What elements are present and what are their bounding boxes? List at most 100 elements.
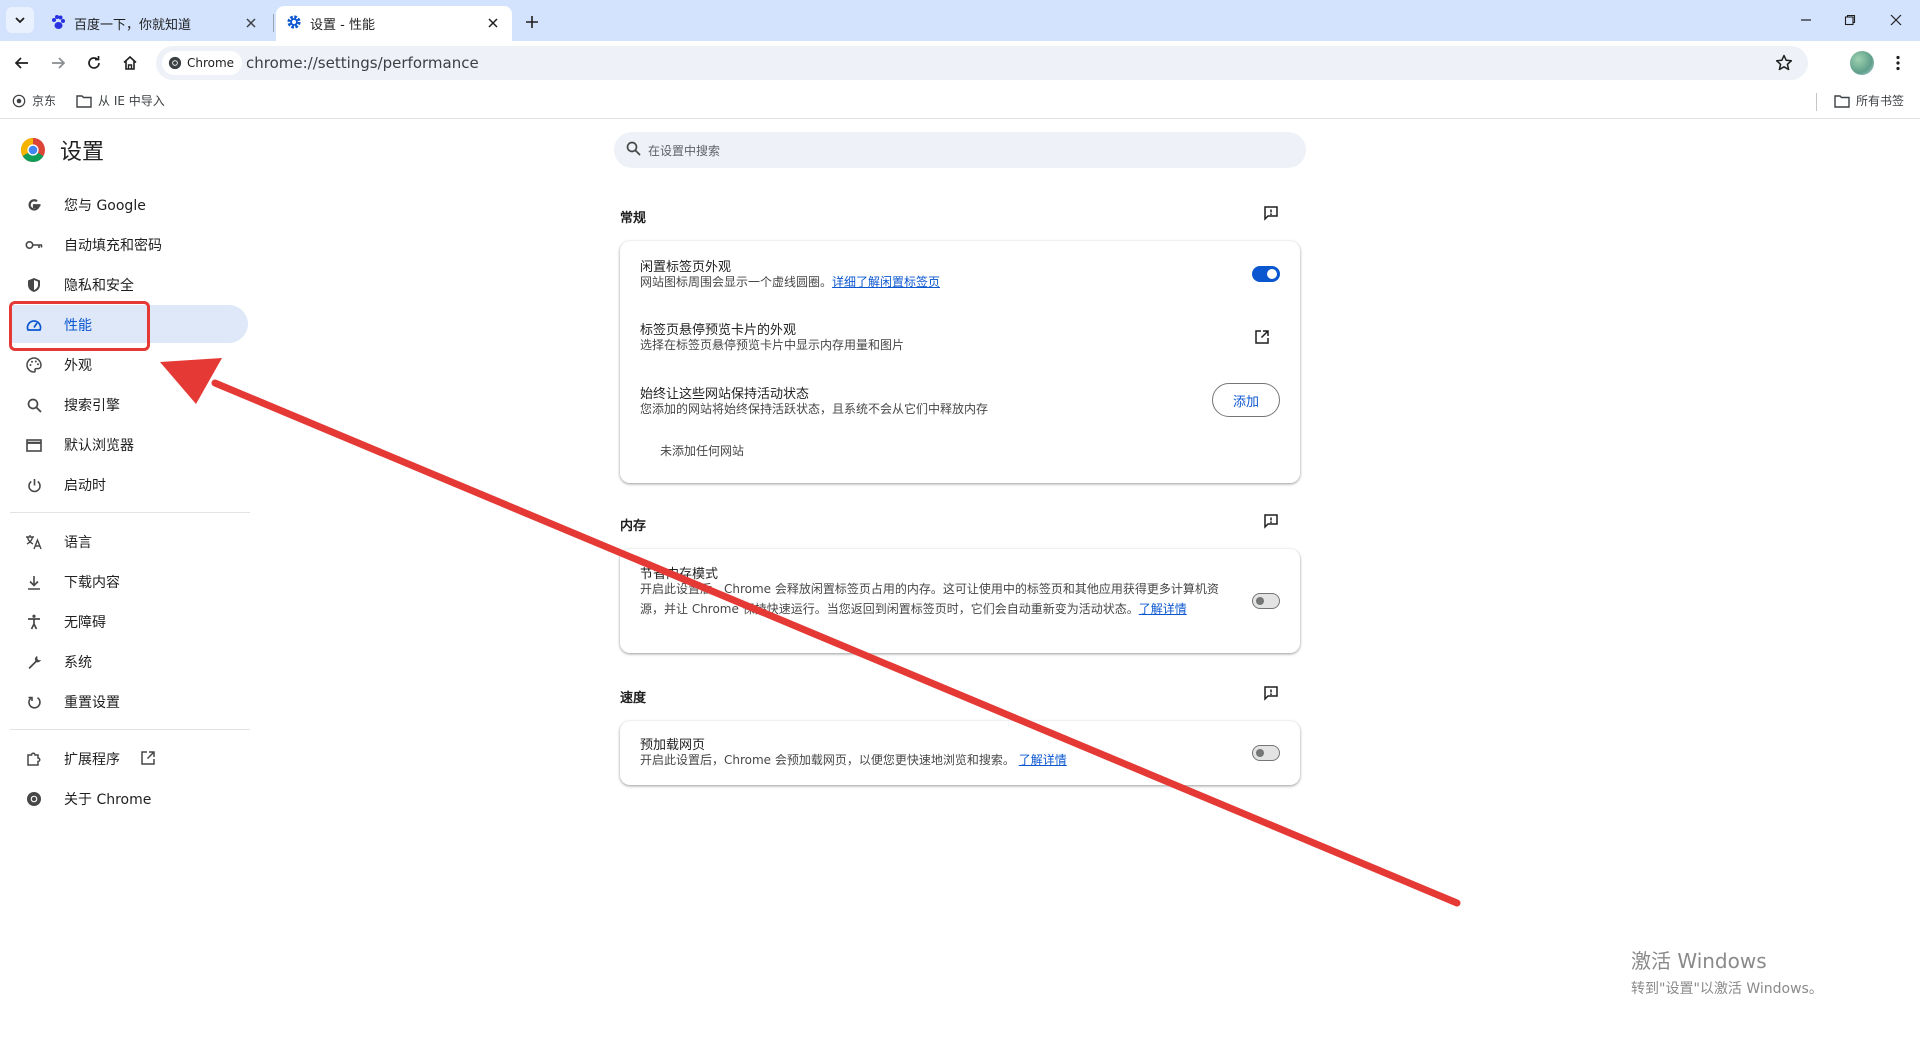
sidebar-item-label: 重置设置 — [64, 695, 120, 711]
gear-icon — [286, 14, 302, 30]
add-site-button[interactable]: 添加 — [1212, 383, 1280, 417]
memory-card: 节省内存模式 开启此设置后，Chrome 会释放闲置标签页占用的内存。这可让使用… — [620, 549, 1300, 653]
address-bar[interactable]: Chrome chrome://settings/performance — [156, 46, 1808, 80]
sidebar-item-privacy[interactable]: 隐私和安全 — [10, 265, 248, 303]
memory-saver-toggle[interactable] — [1252, 593, 1280, 609]
key-icon — [24, 235, 44, 255]
close-icon[interactable] — [484, 14, 502, 32]
folder-icon — [76, 94, 92, 108]
sidebar-item-label: 语言 — [64, 535, 92, 551]
minimize-button[interactable] — [1792, 8, 1820, 32]
site-info-chip[interactable]: Chrome — [162, 51, 243, 75]
sidebar-item-default-browser[interactable]: 默认浏览器 — [10, 425, 248, 463]
reload-button[interactable] — [82, 51, 106, 75]
chevron-down-icon — [15, 17, 25, 24]
memory-saver-description: 开启此设置后，Chrome 会释放闲置标签页占用的内存。这可让使用中的标签页和其… — [640, 582, 1219, 616]
settings-page: 设置 您与 Google 自动填充和密码 隐私和安全 性能 外观 搜索引擎 默认… — [0, 120, 1920, 1040]
bookmark-jd[interactable]: 京东 — [12, 92, 56, 109]
learn-more-link[interactable]: 了解详情 — [1139, 602, 1187, 616]
sidebar-item-label: 系统 — [64, 655, 92, 671]
search-placeholder: 在设置中搜索 — [648, 144, 721, 158]
settings-search-input[interactable]: 在设置中搜索 — [614, 132, 1306, 168]
sidebar-item-label: 默认浏览器 — [64, 438, 134, 454]
feedback-button[interactable] — [1260, 202, 1282, 224]
minimize-icon — [1801, 19, 1811, 21]
sidebar-item-downloads[interactable]: 下载内容 — [10, 562, 248, 600]
profile-avatar[interactable] — [1850, 51, 1874, 75]
windows-activation-watermark: 激活 Windows 转到"设置"以激活 Windows。 — [1631, 945, 1823, 998]
sidebar-item-about-chrome[interactable]: 关于 Chrome — [10, 779, 248, 817]
tab-title: 设置 - 性能 — [310, 18, 375, 33]
bookmark-label: 京东 — [32, 94, 57, 108]
hover-card-description: 选择在标签页悬停预览卡片中显示内存用量和图片 — [640, 338, 905, 352]
reload-icon — [88, 56, 100, 69]
tab-strip: 百度一下，你就知道 设置 - 性能 — [0, 0, 1920, 41]
learn-more-link[interactable]: 了解详情 — [1019, 753, 1067, 767]
chip-label: Chrome — [187, 56, 235, 70]
close-icon[interactable] — [242, 14, 260, 32]
reset-icon — [24, 692, 44, 712]
section-title-speed: 速度 — [620, 691, 647, 706]
forward-button[interactable] — [46, 51, 70, 75]
open-in-new-icon[interactable] — [1254, 329, 1270, 345]
bookmark-folder-ie-import[interactable]: 从 IE 中导入 — [76, 92, 165, 109]
feedback-icon — [1264, 206, 1278, 221]
back-button[interactable] — [10, 51, 34, 75]
speed-card: 预加载网页 开启此设置后，Chrome 会预加载网页，以便您更快速地浏览和搜索。… — [620, 721, 1300, 785]
sidebar-item-label: 您与 Google — [64, 198, 146, 214]
sidebar-item-on-startup[interactable]: 启动时 — [10, 465, 248, 503]
home-button[interactable] — [118, 51, 142, 75]
sidebar-item-autofill[interactable]: 自动填充和密码 — [10, 225, 248, 263]
sidebar-item-label: 启动时 — [64, 478, 106, 494]
tab-search-button[interactable] — [6, 7, 34, 33]
sidebar-divider — [10, 512, 250, 513]
all-bookmarks-label: 所有书签 — [1856, 94, 1905, 108]
sidebar-item-languages[interactable]: 语言 — [10, 522, 248, 560]
sidebar-item-label: 自动填充和密码 — [64, 238, 162, 254]
download-icon — [24, 572, 44, 592]
browser-window-icon — [24, 435, 44, 455]
bookmark-star-icon[interactable] — [1774, 53, 1794, 73]
tab-title: 百度一下，你就知道 — [74, 18, 192, 33]
new-tab-button[interactable] — [520, 10, 544, 34]
settings-header: 设置 — [20, 134, 104, 166]
inactive-tabs-toggle[interactable] — [1252, 266, 1280, 282]
sidebar-divider — [10, 729, 250, 730]
sidebar-item-extensions[interactable]: 扩展程序 — [10, 739, 248, 777]
search-icon — [24, 395, 44, 415]
sidebar-item-label: 搜索引擎 — [64, 398, 120, 414]
toolbar: Chrome chrome://settings/performance — [0, 41, 1920, 85]
back-arrow-icon — [14, 57, 28, 69]
shield-icon — [24, 275, 44, 295]
section-title-general: 常规 — [620, 211, 647, 226]
tab-settings[interactable]: 设置 - 性能 — [276, 6, 512, 41]
sidebar-item-system[interactable]: 系统 — [10, 642, 248, 680]
more-vert-icon — [1896, 55, 1900, 71]
feedback-button[interactable] — [1260, 682, 1282, 704]
sidebar-item-you-and-google[interactable]: 您与 Google — [10, 185, 248, 223]
restore-button[interactable] — [1836, 8, 1864, 32]
feedback-icon — [1264, 514, 1278, 529]
preload-pages-toggle[interactable] — [1252, 745, 1280, 761]
watermark-line-2: 转到"设置"以激活 Windows。 — [1631, 981, 1823, 997]
inactive-tabs-description: 网站图标周围会显示一个虚线圆圈。详细了解闲置标签页 — [640, 275, 941, 289]
sidebar-item-label: 扩展程序 — [64, 752, 120, 768]
bookmarks-bar: 京东 从 IE 中导入 所有书签 — [0, 85, 1920, 119]
watermark-line-1: 激活 Windows — [1631, 949, 1767, 973]
url-text[interactable]: chrome://settings/performance — [246, 54, 479, 72]
sidebar-item-reset[interactable]: 重置设置 — [10, 682, 248, 720]
page-title: 设置 — [60, 140, 105, 165]
preload-pages-description: 开启此设置后，Chrome 会预加载网页，以便您更快速地浏览和搜索。 了解详情 — [640, 753, 1067, 767]
power-icon — [24, 475, 44, 495]
feedback-button[interactable] — [1260, 510, 1282, 532]
tab-baidu[interactable]: 百度一下，你就知道 — [40, 6, 270, 41]
menu-button[interactable] — [1886, 51, 1910, 75]
sidebar-item-label: 无障碍 — [64, 615, 106, 631]
sidebar-item-accessibility[interactable]: 无障碍 — [10, 602, 248, 640]
close-window-button[interactable] — [1882, 8, 1910, 32]
learn-more-inactive-tabs-link[interactable]: 详细了解闲置标签页 — [832, 275, 940, 289]
sidebar-item-search-engine[interactable]: 搜索引擎 — [10, 385, 248, 423]
all-bookmarks-button[interactable]: 所有书签 — [1834, 92, 1904, 109]
keep-sites-active-description: 您添加的网站将始终保持活跃状态，且系统不会从它们中释放内存 — [640, 402, 989, 416]
home-icon — [123, 55, 137, 70]
